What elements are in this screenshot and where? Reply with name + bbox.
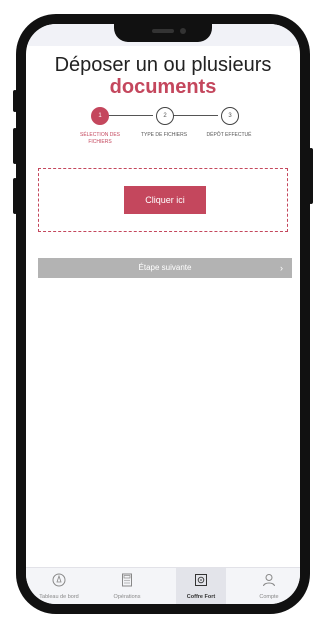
next-step-label: Étape suivante: [138, 263, 192, 272]
file-dropzone[interactable]: Cliquer ici: [38, 168, 288, 232]
phone-volume-down-button: [13, 178, 17, 214]
page-title: Déposer un ou plusieurs: [54, 54, 272, 76]
step-3-label: DÉPÔT EFFECTUÉ: [206, 132, 252, 138]
phone-volume-up-button: [13, 128, 17, 164]
step-2-indicator: 2: [156, 107, 174, 125]
bottom-tab-bar: Tableau de bord Opérations Coffre Fort C…: [26, 567, 300, 604]
tab-label: Coffre Fort: [186, 594, 216, 600]
user-icon: [263, 574, 275, 587]
tab-operations[interactable]: Opérations: [100, 568, 154, 604]
step-3-indicator: 3: [221, 107, 239, 125]
chevron-right-icon: ›: [280, 263, 283, 273]
phone-side-button: [13, 90, 17, 112]
stepper-connector: [108, 115, 153, 116]
next-step-button[interactable]: Étape suivante ›: [38, 258, 292, 278]
dashboard-icon: [52, 573, 66, 587]
calculator-icon: [122, 573, 132, 587]
app-screen: Déposer un ou plusieurs documents 1 2 3 …: [26, 24, 300, 604]
tab-compte[interactable]: Compte: [242, 568, 296, 604]
phone-power-button: [309, 148, 313, 204]
phone-notch: [114, 24, 212, 42]
stepper-connector: [173, 115, 218, 116]
page-title-emphasis: documents: [109, 76, 217, 98]
camera-icon: [180, 28, 186, 34]
tab-dashboard[interactable]: Tableau de bord: [32, 568, 86, 604]
tab-label: Tableau de bord: [39, 594, 79, 600]
upload-button[interactable]: Cliquer ici: [124, 186, 206, 214]
step-2-label: TYPE DE FICHIERS: [140, 132, 188, 138]
safe-icon: [195, 574, 207, 586]
step-1-indicator: 1: [91, 107, 109, 125]
tab-label: Opérations: [113, 594, 141, 600]
tab-label: Compte: [259, 594, 279, 600]
tab-coffre-fort[interactable]: Coffre Fort: [176, 568, 226, 604]
speaker-grille: [152, 29, 174, 33]
step-1-label: SÉLECTION DES FICHIERS: [79, 132, 120, 145]
